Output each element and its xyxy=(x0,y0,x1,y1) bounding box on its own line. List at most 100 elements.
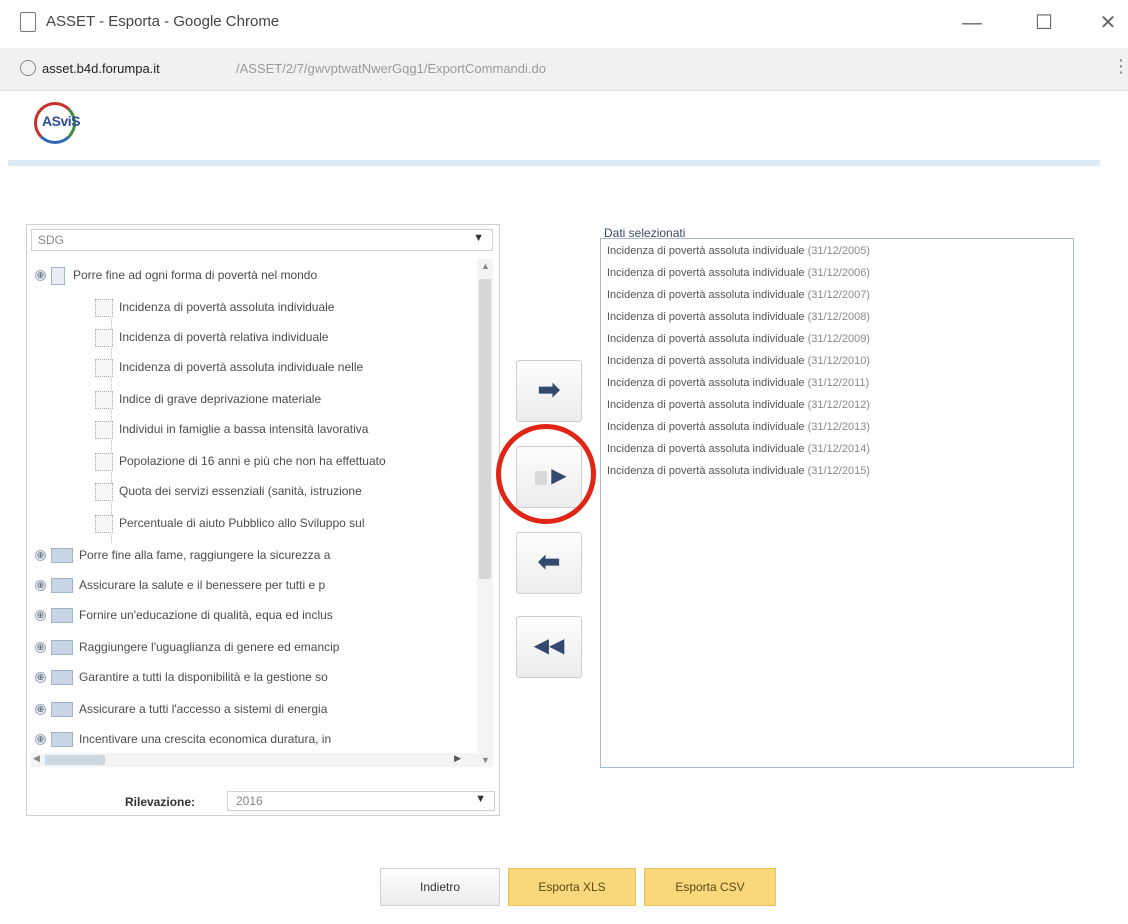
selected-item-name: Incidenza di povertà assoluta individual… xyxy=(607,377,805,389)
tree-indicator-label: Incidenza di povertà assoluta individual… xyxy=(119,360,364,374)
export-csv-button[interactable]: Esporta CSV xyxy=(644,868,776,906)
goal-folder-icon xyxy=(51,548,73,563)
selected-item[interactable]: Incidenza di povertà assoluta individual… xyxy=(607,377,869,397)
selected-item[interactable]: Incidenza di povertà assoluta individual… xyxy=(607,443,870,463)
selected-item-name: Incidenza di povertà assoluta individual… xyxy=(607,245,805,257)
selected-item-date: (31/12/2005) xyxy=(807,245,870,257)
add-selected-button[interactable]: ➡ xyxy=(516,360,582,422)
indicator-icon xyxy=(95,421,113,439)
remove-selected-button[interactable]: ⬅ xyxy=(516,532,582,594)
indicator-icon xyxy=(95,483,113,501)
selected-item[interactable]: Incidenza di povertà assoluta individual… xyxy=(607,267,870,287)
remove-all-button[interactable]: ◀◀ xyxy=(516,616,582,678)
indicator-tree-panel: SDG ▼ ⊕ Porre fine ad ogni forma di pove… xyxy=(26,224,500,816)
logo-text: ASviS xyxy=(42,113,80,129)
selected-item-name: Incidenza di povertà assoluta individual… xyxy=(607,465,805,477)
back-button[interactable]: Indietro xyxy=(380,868,500,906)
more-options-icon[interactable]: ⋮ xyxy=(1112,56,1128,77)
rilevazione-label: Rilevazione: xyxy=(125,795,196,809)
play-arrow-icon: ▶ xyxy=(551,465,567,487)
indicator-icon xyxy=(95,299,113,317)
asvis-logo: ASviS xyxy=(30,100,160,152)
selected-item-name: Incidenza di povertà assoluta individual… xyxy=(607,311,805,323)
expand-icon[interactable]: ⊕ xyxy=(35,270,46,281)
goal-book-icon xyxy=(51,267,65,285)
expand-icon[interactable]: ⊕ xyxy=(35,734,46,745)
selected-item-date: (31/12/2010) xyxy=(807,355,870,367)
globe-icon xyxy=(20,60,36,76)
expand-icon[interactable]: ⊕ xyxy=(35,704,46,715)
group-select[interactable]: SDG ▼ xyxy=(31,229,493,251)
scrollbar-thumb[interactable] xyxy=(479,279,491,579)
expand-icon[interactable]: ⊕ xyxy=(35,672,46,683)
close-button[interactable]: ✕ xyxy=(1088,6,1128,40)
tree-indicator-label: Quota dei servizi essenziali (sanità, is… xyxy=(119,484,362,498)
tree-indicator-label: Incidenza di povertà assoluta individual… xyxy=(119,300,335,314)
scroll-down-icon[interactable]: ▼ xyxy=(481,755,490,765)
arrow-right-icon: ➡ xyxy=(537,374,561,405)
expand-icon[interactable]: ⊕ xyxy=(35,610,46,621)
selected-item[interactable]: Incidenza di povertà assoluta individual… xyxy=(607,355,870,375)
goal-folder-icon xyxy=(51,732,73,747)
goal-folder-icon xyxy=(51,702,73,717)
tree-vertical-scrollbar[interactable]: ▲ ▼ xyxy=(477,259,493,767)
tree-goal-label: Incentivare una crescita economica durat… xyxy=(79,732,332,746)
tree-goal-label: Garantire a tutti la disponibilità e la … xyxy=(79,670,328,684)
selected-item-date: (31/12/2007) xyxy=(807,289,870,301)
selected-item-date: (31/12/2009) xyxy=(807,333,870,345)
goal-folder-icon xyxy=(51,608,73,623)
window-titlebar: ASSET - Esporta - Google Chrome — ☐ ✕ xyxy=(0,0,1128,46)
export-xls-button[interactable]: Esporta XLS xyxy=(508,868,636,906)
indicator-icon xyxy=(95,515,113,533)
selected-item-date: (31/12/2014) xyxy=(807,443,870,455)
url-path: /ASSET/2/7/gwvptwatNwerGqg1/ExportComman… xyxy=(236,61,546,76)
address-bar[interactable]: asset.b4d.forumpa.it /ASSET/2/7/gwvptwat… xyxy=(0,48,1128,91)
selected-item-name: Incidenza di povertà assoluta individual… xyxy=(607,421,805,433)
add-all-button[interactable]: ▶ xyxy=(516,446,582,508)
selected-item-name: Incidenza di povertà assoluta individual… xyxy=(607,355,805,367)
chevron-down-icon: ▼ xyxy=(475,793,486,805)
selected-item-name: Incidenza di povertà assoluta individual… xyxy=(607,333,805,345)
selected-item-name: Incidenza di povertà assoluta individual… xyxy=(607,399,805,411)
indicator-icon xyxy=(95,359,113,377)
header-divider xyxy=(8,160,1100,166)
expand-icon[interactable]: ⊕ xyxy=(35,580,46,591)
tree-goal-label: Porre fine alla fame, raggiungere la sic… xyxy=(79,548,331,562)
selected-item-name: Incidenza di povertà assoluta individual… xyxy=(607,443,805,455)
tree-goal-label: Porre fine ad ogni forma di povertà nel … xyxy=(73,268,318,282)
indicator-tree: ⊕ Porre fine ad ogni forma di povertà ne… xyxy=(31,257,477,767)
expand-icon[interactable]: ⊕ xyxy=(35,642,46,653)
selected-item[interactable]: Incidenza di povertà assoluta individual… xyxy=(607,333,870,353)
tree-indicator-label: Percentuale di aiuto Pubblico allo Svilu… xyxy=(119,516,365,530)
selected-data-list[interactable]: Incidenza di povertà assoluta individual… xyxy=(600,238,1074,768)
chevron-down-icon: ▼ xyxy=(473,232,484,244)
selected-item[interactable]: Incidenza di povertà assoluta individual… xyxy=(607,465,870,485)
scroll-right-icon[interactable]: ▶ xyxy=(454,753,461,764)
selected-item-name: Incidenza di povertà assoluta individual… xyxy=(607,267,805,279)
indicator-icon xyxy=(95,453,113,471)
tree-goal-label: Assicurare a tutti l'accesso a sistemi d… xyxy=(79,702,328,716)
maximize-button[interactable]: ☐ xyxy=(1024,6,1064,40)
rilevazione-select[interactable]: 2016 ▼ xyxy=(227,791,495,811)
tree-indicator-label: Indice di grave deprivazione materiale xyxy=(119,392,322,406)
window-title: ASSET - Esporta - Google Chrome xyxy=(46,13,280,30)
tree-goal-label: Assicurare la salute e il benessere per … xyxy=(79,578,326,592)
selected-item[interactable]: Incidenza di povertà assoluta individual… xyxy=(607,421,870,441)
page-icon xyxy=(20,12,36,32)
selected-item[interactable]: Incidenza di povertà assoluta individual… xyxy=(607,399,870,419)
goal-folder-icon xyxy=(51,640,73,655)
selected-item[interactable]: Incidenza di povertà assoluta individual… xyxy=(607,311,870,331)
scrollbar-thumb[interactable] xyxy=(45,755,105,765)
tree-indicator-label: Popolazione di 16 anni e più che non ha … xyxy=(119,454,386,468)
tree-goal-label: Fornire un'educazione di qualità, equa e… xyxy=(79,608,333,622)
arrow-left-icon: ⬅ xyxy=(537,546,561,577)
expand-icon[interactable]: ⊕ xyxy=(35,550,46,561)
selected-item[interactable]: Incidenza di povertà assoluta individual… xyxy=(607,245,870,265)
scroll-left-icon[interactable]: ◀ xyxy=(33,753,40,764)
tree-indicator-label: Individui in famiglie a bassa intensità … xyxy=(119,422,369,436)
indicator-icon xyxy=(95,391,113,409)
scroll-up-icon[interactable]: ▲ xyxy=(481,261,490,271)
selected-item[interactable]: Incidenza di povertà assoluta individual… xyxy=(607,289,870,309)
minimize-button[interactable]: — xyxy=(952,6,992,40)
tree-horizontal-scrollbar[interactable]: ◀ ▶ xyxy=(31,753,477,767)
